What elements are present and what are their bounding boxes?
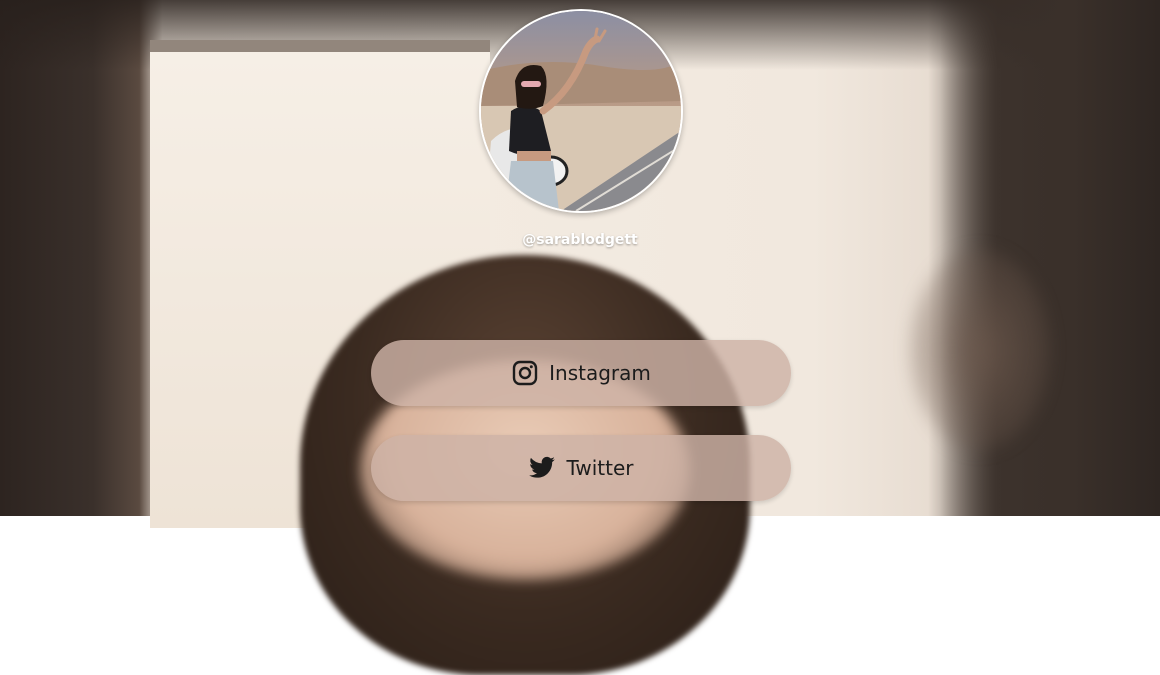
- twitter-link-button[interactable]: Twitter: [371, 435, 791, 501]
- instagram-link-button[interactable]: Instagram: [371, 340, 791, 406]
- avatar: [479, 9, 683, 213]
- profile-handle: @sarablodgett: [522, 232, 638, 248]
- instagram-icon: [511, 359, 539, 387]
- twitter-link-label: Twitter: [566, 456, 634, 480]
- background-right-figure: [910, 250, 1050, 450]
- twitter-icon: [528, 454, 556, 482]
- instagram-link-label: Instagram: [549, 361, 651, 385]
